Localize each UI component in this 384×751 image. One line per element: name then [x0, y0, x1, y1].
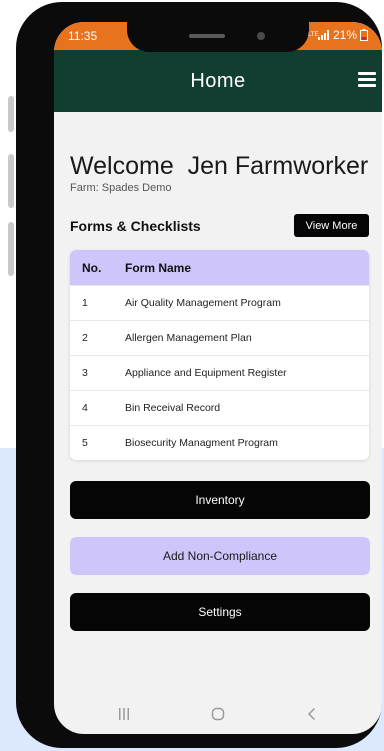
- row-form-name: Air Quality Management Program: [125, 297, 281, 309]
- screenshot-canvas: 11:35 VoLTE 21% Home Welcome Jen Farmwor…: [0, 0, 384, 751]
- status-icons: VoLTE 21%: [301, 28, 368, 42]
- row-form-name: Appliance and Equipment Register: [125, 367, 287, 379]
- phone-frame: 11:35 VoLTE 21% Home Welcome Jen Farmwor…: [16, 2, 382, 748]
- signal-icon: [317, 30, 329, 40]
- battery-icon: [360, 29, 368, 41]
- row-form-name: Allergen Management Plan: [125, 332, 252, 344]
- view-more-button[interactable]: View More: [294, 214, 369, 237]
- farm-label: Farm: Spades Demo: [70, 182, 172, 194]
- row-form-name: Bin Receival Record: [125, 402, 221, 414]
- android-nav-bar: [54, 706, 382, 734]
- settings-button[interactable]: Settings: [70, 593, 370, 631]
- back-icon[interactable]: [304, 706, 320, 722]
- phone-side-button: [8, 96, 14, 132]
- table-row[interactable]: 2 Allergen Management Plan: [70, 320, 369, 355]
- table-row[interactable]: 3 Appliance and Equipment Register: [70, 355, 369, 390]
- add-non-compliance-button[interactable]: Add Non-Compliance: [70, 537, 370, 575]
- row-number: 5: [82, 437, 88, 449]
- phone-side-button: [8, 154, 14, 208]
- recents-icon[interactable]: [116, 706, 132, 722]
- column-header-form-name: Form Name: [125, 260, 192, 275]
- row-number: 4: [82, 402, 88, 414]
- page-title: Home: [190, 70, 246, 92]
- forms-section-title: Forms & Checklists: [70, 218, 201, 234]
- home-icon[interactable]: [210, 706, 226, 722]
- inventory-button[interactable]: Inventory: [70, 481, 370, 519]
- row-number: 2: [82, 332, 88, 344]
- speaker-grille: [189, 34, 225, 38]
- front-camera-icon: [257, 32, 265, 40]
- table-row[interactable]: 1 Air Quality Management Program: [70, 285, 369, 320]
- table-row[interactable]: 5 Biosecurity Managment Program: [70, 425, 369, 460]
- camera-notch: [127, 22, 309, 52]
- column-header-no: No.: [82, 260, 102, 275]
- phone-screen: 11:35 VoLTE 21% Home Welcome Jen Farmwor…: [54, 22, 382, 734]
- welcome-heading: Welcome Jen Farmworker: [70, 152, 369, 180]
- row-form-name: Biosecurity Managment Program: [125, 437, 278, 449]
- phone-side-button: [8, 222, 14, 276]
- table-row[interactable]: 4 Bin Receival Record: [70, 390, 369, 425]
- app-bar: Home: [54, 50, 382, 112]
- row-number: 3: [82, 367, 88, 379]
- row-number: 1: [82, 297, 88, 309]
- battery-percent: 21%: [332, 28, 357, 42]
- forms-table: No. Form Name 1 Air Quality Management P…: [70, 250, 369, 460]
- status-time: 11:35: [68, 29, 98, 43]
- table-header: No. Form Name: [70, 250, 369, 285]
- hamburger-menu-icon[interactable]: [358, 72, 376, 88]
